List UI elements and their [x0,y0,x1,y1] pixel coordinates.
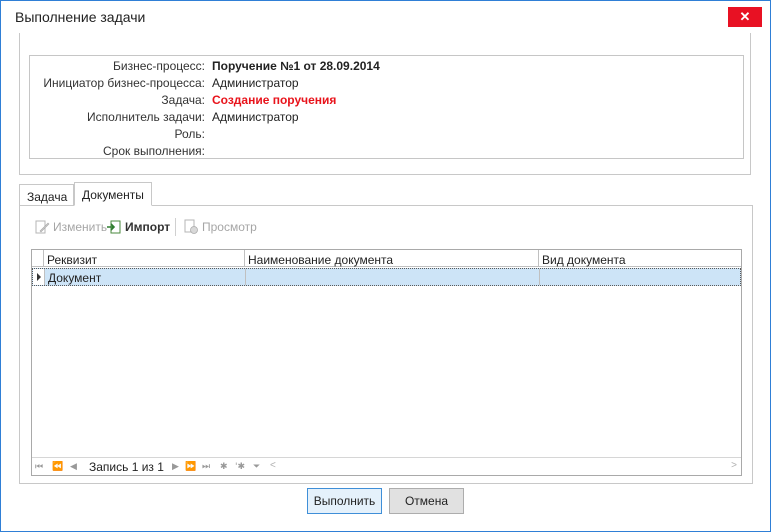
process-info-panel: Бизнес-процесс: Поручение №1 от 28.09.20… [29,55,744,159]
task-label: Задача: [161,93,205,107]
tab-strip: Задача Документы [19,182,751,206]
view-button[interactable]: Просмотр [183,216,257,238]
grid-header: Реквизит Наименование документа Вид доку… [32,250,741,267]
import-icon [107,220,121,234]
filter-icon[interactable]: ⏷ [253,461,260,473]
info-row-executor: Исполнитель задачи: Администратор [30,109,743,126]
previous-record-icon[interactable]: ◀ [70,461,77,473]
dialog-body: Бизнес-процесс: Поручение №1 от 28.09.20… [9,32,762,525]
documents-tab-panel: Изменить Импорт Просмотр Реквизит Наимен… [19,205,753,484]
edit-record-icon[interactable]: '✱ [235,461,245,473]
next-page-icon[interactable]: ⏩ [185,461,196,473]
business-process-value: Поручение №1 от 28.09.2014 [212,59,380,73]
tab-task-label: Задача [27,190,68,204]
title-bar: Выполнение задачи ✕ [1,1,770,32]
append-record-icon[interactable]: ✱ [220,461,228,473]
business-process-label: Бизнес-процесс: [113,59,205,73]
documents-grid: Реквизит Наименование документа Вид доку… [31,249,742,476]
info-row-deadline: Срок выполнения: [30,143,743,160]
info-row-task: Задача: Создание поручения [30,92,743,109]
close-icon: ✕ [739,9,751,24]
edit-icon [35,220,50,234]
scroll-left-icon[interactable]: < [270,460,276,471]
view-label: Просмотр [202,220,257,234]
scroll-right-icon[interactable]: > [731,460,737,471]
row-cell-document-name[interactable] [246,269,540,285]
import-button[interactable]: Импорт [106,216,170,238]
header-indicator-cell [32,250,44,267]
initiator-value: Администратор [212,76,299,90]
cancel-button[interactable]: Отмена [389,488,464,514]
task-value: Создание поручения [212,93,337,107]
column-header-document-type[interactable]: Вид документа [539,250,741,267]
deadline-label: Срок выполнения: [103,144,205,158]
table-row[interactable]: Документ [32,268,741,286]
column-header-requisite[interactable]: Реквизит [44,250,245,267]
preview-icon [184,219,198,234]
tab-documents-label: Документы [82,188,144,202]
executor-label: Исполнитель задачи: [87,110,205,124]
import-label: Импорт [125,220,171,234]
execute-button[interactable]: Выполнить [307,488,382,514]
record-navigator: ⏮ ⏪ ◀ Запись 1 из 1 ▶ ⏩ ⏭ ✱ '✱ ⏷ < > [32,457,741,475]
previous-page-icon[interactable]: ⏪ [52,461,63,473]
row-cell-document-type[interactable] [540,269,740,285]
tab-task[interactable]: Задача [19,184,74,206]
role-label: Роль: [174,127,205,141]
last-page-icon[interactable]: ⏭ [202,461,210,473]
next-record-icon[interactable]: ▶ [172,461,179,473]
edit-button[interactable]: Изменить [34,216,107,238]
executor-value: Администратор [212,110,299,124]
toolbar-separator [175,218,176,236]
info-row-role: Роль: [30,126,743,143]
documents-toolbar: Изменить Импорт Просмотр [22,216,422,238]
initiator-label: Инициатор бизнес-процесса: [43,76,205,90]
info-row-business-process: Бизнес-процесс: Поручение №1 от 28.09.20… [30,58,743,75]
column-header-document-name[interactable]: Наименование документа [245,250,539,267]
tab-documents[interactable]: Документы [74,182,152,206]
task-dialog-window: Выполнение задачи ✕ Бизнес-процесс: Пору… [0,0,771,532]
row-indicator-icon [33,269,45,285]
record-counter: Запись 1 из 1 [89,460,164,474]
first-page-icon[interactable]: ⏮ [35,461,43,473]
row-cell-requisite[interactable]: Документ [45,269,246,285]
window-title: Выполнение задачи [15,9,146,25]
close-button[interactable]: ✕ [728,7,762,27]
info-row-initiator: Инициатор бизнес-процесса: Администратор [30,75,743,92]
edit-label: Изменить [53,220,108,234]
